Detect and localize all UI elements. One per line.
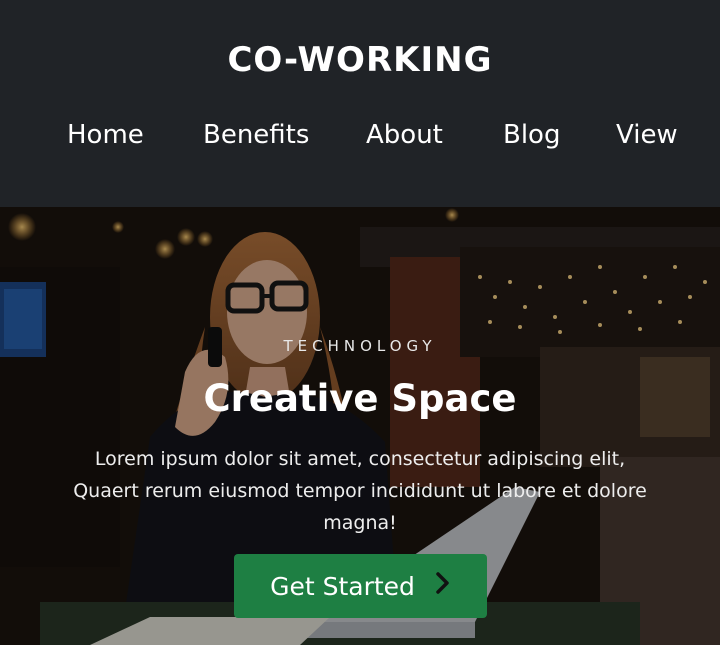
chevron-right-icon <box>435 571 451 601</box>
hero-section: TECHNOLOGY Creative Space Lorem ipsum do… <box>0 207 720 645</box>
get-started-label: Get Started <box>270 571 415 601</box>
page-bottom-strip <box>0 645 720 660</box>
nav-item-about[interactable]: About <box>366 120 443 150</box>
site-header: CO-WORKING Home Benefits About Blog View <box>0 0 720 207</box>
nav-item-benefits[interactable]: Benefits <box>203 120 309 150</box>
hero-headline: Creative Space <box>203 377 517 420</box>
get-started-button[interactable]: Get Started <box>234 554 487 618</box>
hero-eyebrow: TECHNOLOGY <box>283 337 437 355</box>
site-logo[interactable]: CO-WORKING <box>0 40 720 80</box>
nav-item-view[interactable]: View <box>616 120 678 150</box>
nav-item-blog[interactable]: Blog <box>503 120 560 150</box>
hero-description: Lorem ipsum dolor sit amet, consectetur … <box>73 448 647 534</box>
main-nav: Home Benefits About Blog View <box>0 120 720 164</box>
nav-item-home[interactable]: Home <box>67 120 144 150</box>
